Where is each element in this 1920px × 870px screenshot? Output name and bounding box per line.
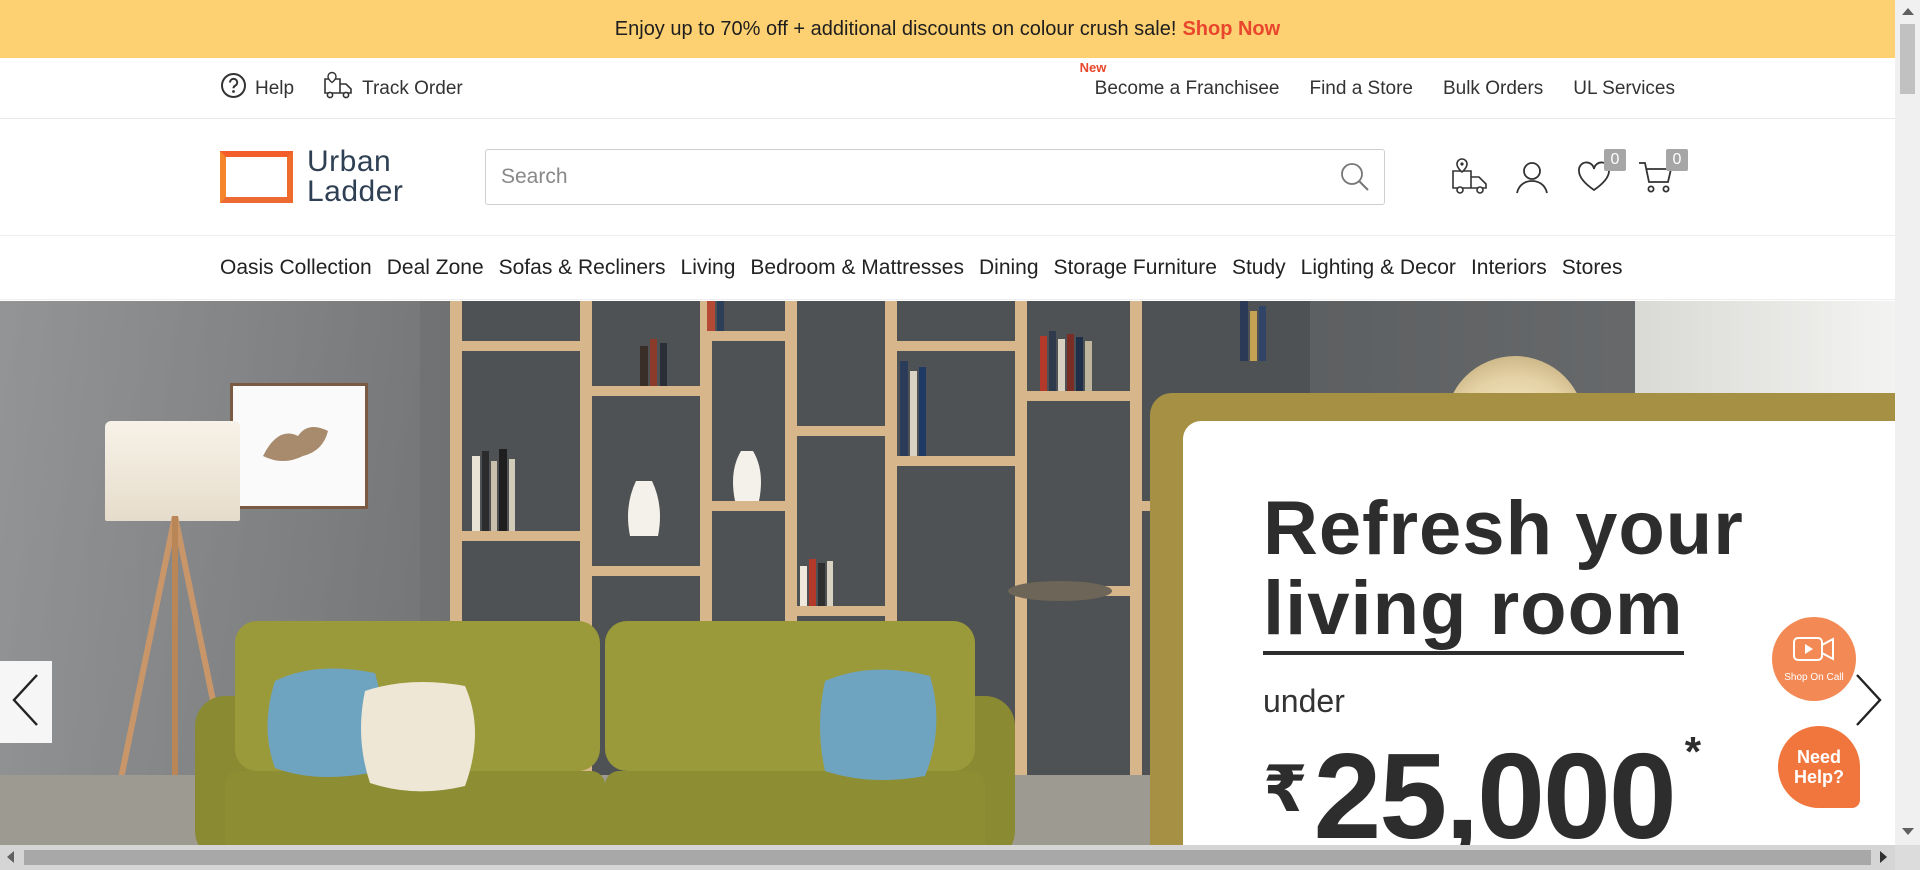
nav-stores[interactable]: Stores (1562, 256, 1623, 280)
logo-mark-icon (220, 151, 293, 203)
store-locator-button[interactable] (1450, 157, 1490, 202)
wishlist-count-badge: 0 (1604, 149, 1626, 171)
promo-text: Enjoy up to 70% off + additional discoun… (614, 17, 1177, 40)
cart-button[interactable]: 0 (1636, 149, 1688, 199)
find-store-link[interactable]: Find a Store (1309, 78, 1413, 100)
main-header: Urban Ladder Search 0 0 (0, 119, 1895, 236)
category-nav: Oasis Collection Deal Zone Sofas & Recli… (0, 236, 1895, 300)
help-link[interactable]: Help (220, 72, 294, 105)
user-account-icon (1514, 159, 1550, 200)
promo-banner: Enjoy up to 70% off + additional discoun… (0, 0, 1895, 58)
hero-subtext: under (1263, 683, 1345, 719)
store-locator-truck-icon (1450, 157, 1490, 202)
nav-bedroom-mattresses[interactable]: Bedroom & Mattresses (750, 256, 964, 280)
vertical-scroll-thumb[interactable] (1900, 24, 1915, 94)
nav-interiors[interactable]: Interiors (1471, 256, 1547, 280)
nav-dining[interactable]: Dining (979, 256, 1039, 280)
shop-now-link[interactable]: Shop Now (1182, 18, 1280, 41)
hero-heading-line1: Refresh your (1263, 486, 1744, 571)
carousel-prev-button[interactable] (0, 661, 52, 743)
wishlist-button[interactable]: 0 (1574, 149, 1626, 199)
shop-on-call-label: Shop On Call (1784, 672, 1844, 683)
horizontal-scroll-thumb[interactable] (24, 850, 1871, 865)
scroll-left-arrow-icon[interactable] (7, 851, 14, 863)
cart-count-badge: 0 (1666, 149, 1688, 171)
nav-sofas-recliners[interactable]: Sofas & Recliners (499, 256, 666, 280)
hero-price: ₹ 25,000 * (1263, 728, 1701, 845)
scrollbar-corner (1895, 845, 1920, 870)
hero-heading-line2: living room (1263, 569, 1684, 655)
floor-lamp-shade (105, 421, 240, 521)
become-franchisee-link[interactable]: New Become a Franchisee (1080, 60, 1280, 100)
chevron-left-icon (11, 673, 41, 732)
nav-oasis-collection[interactable]: Oasis Collection (220, 256, 372, 280)
search-icon[interactable] (1332, 161, 1378, 193)
search-box (485, 149, 1385, 205)
horizontal-scrollbar[interactable] (0, 845, 1895, 870)
vertical-scrollbar[interactable] (1895, 0, 1920, 845)
account-button[interactable] (1512, 159, 1552, 199)
shop-on-call-button[interactable]: Shop On Call (1772, 617, 1856, 701)
track-order-link[interactable]: Track Order (322, 71, 463, 107)
nav-living[interactable]: Living (681, 256, 736, 280)
utility-bar: Help Track Order New Become a Franchisee… (0, 58, 1895, 119)
hero-banner[interactable]: Refresh your living room under ₹ 25,000 … (0, 301, 1895, 845)
scroll-down-arrow-icon[interactable] (1902, 828, 1914, 835)
hero-price-asterisk: * (1684, 728, 1702, 775)
chevron-right-icon (1853, 673, 1883, 732)
search-input[interactable] (486, 150, 1332, 204)
hero-price-amount: 25,000 (1313, 728, 1677, 845)
nav-deal-zone[interactable]: Deal Zone (387, 256, 484, 280)
wall-art-frame (230, 383, 368, 509)
logo-wordmark: Urban Ladder (307, 145, 404, 208)
new-badge: New (1079, 59, 1107, 75)
track-order-label: Track Order (362, 77, 463, 99)
delivery-truck-icon (322, 71, 354, 107)
bulk-orders-link[interactable]: Bulk Orders (1443, 78, 1543, 100)
need-help-button[interactable]: Need Help? (1778, 726, 1860, 808)
page-viewport: Enjoy up to 70% off + additional discoun… (0, 0, 1895, 845)
become-franchisee-label: Become a Franchisee (1094, 77, 1280, 99)
green-sofa-image (195, 621, 1015, 845)
urban-ladder-logo[interactable]: Urban Ladder (220, 147, 403, 207)
scroll-right-arrow-icon[interactable] (1880, 851, 1887, 863)
help-circle-icon (220, 72, 247, 105)
scroll-up-arrow-icon[interactable] (1902, 8, 1914, 15)
nav-lighting-decor[interactable]: Lighting & Decor (1301, 256, 1456, 280)
ul-services-link[interactable]: UL Services (1573, 78, 1675, 100)
nav-study[interactable]: Study (1232, 256, 1286, 280)
help-label: Help (255, 77, 295, 99)
rupee-symbol: ₹ (1263, 753, 1308, 825)
nav-storage-furniture[interactable]: Storage Furniture (1054, 256, 1217, 280)
video-call-icon (1792, 635, 1836, 668)
